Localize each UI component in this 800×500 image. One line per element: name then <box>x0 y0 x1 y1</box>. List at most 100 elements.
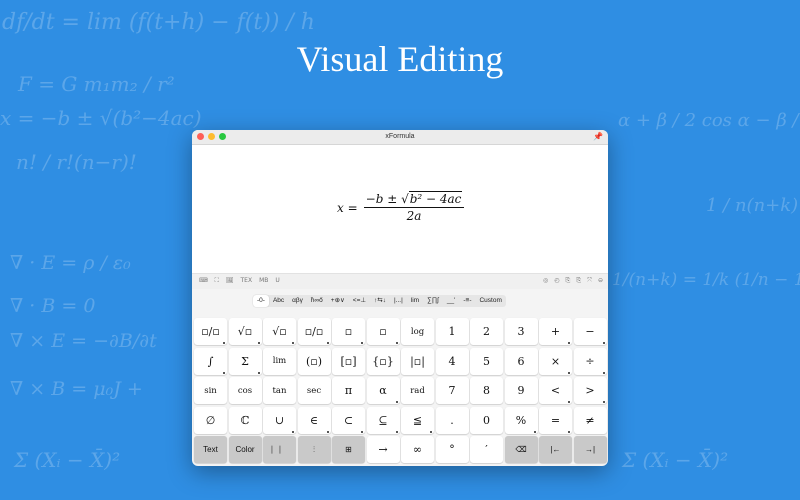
keypad-key[interactable]: rad <box>401 377 434 404</box>
keypad-key[interactable]: 7 <box>435 377 469 404</box>
fullscreen-icon[interactable]: ⛶ <box>215 277 219 285</box>
zoom-window-button[interactable] <box>219 133 226 140</box>
tab-category[interactable]: ∑∏∫ <box>423 295 443 307</box>
keypad-key[interactable]: ▫ <box>332 318 365 345</box>
keypad-key[interactable]: ≠ <box>573 406 607 434</box>
shuffle-icon[interactable]: ⤧ <box>587 277 592 285</box>
keypad-key[interactable]: 0 <box>470 406 503 434</box>
keypad-key[interactable]: ≦ <box>401 406 434 434</box>
key-label: ∅ <box>205 413 216 427</box>
unicode-icon[interactable]: U <box>275 277 279 285</box>
key-label: ⊂ <box>343 413 354 427</box>
remove-icon[interactable]: ⊖ <box>598 277 603 285</box>
keypad-key[interactable]: α <box>366 377 400 404</box>
tab-category[interactable]: __' <box>443 295 459 307</box>
keypad-key[interactable]: 5 <box>470 347 503 375</box>
key-label: ⊞ <box>345 445 352 454</box>
tab-category[interactable]: ħ∞ő <box>307 295 327 307</box>
keypad-key[interactable]: ▫/▫ <box>194 318 227 345</box>
keypad-key[interactable]: (▫) <box>297 347 331 375</box>
keypad-key[interactable]: cos <box>228 377 262 404</box>
keypad-key[interactable]: √▫ <box>263 318 296 345</box>
tab-category[interactable]: -0- <box>253 295 269 307</box>
keypad-key[interactable]: 9 <box>504 377 538 404</box>
keypad-key[interactable]: ∅ <box>194 406 227 434</box>
keypad-key[interactable]: ∞ <box>401 436 434 463</box>
target-icon[interactable]: ◎ <box>543 277 548 285</box>
keypad-key[interactable]: log <box>401 318 434 345</box>
keyboard-icon[interactable]: ⌨ <box>199 277 208 285</box>
keypad-key[interactable]: →| <box>573 436 607 463</box>
mathml-icon[interactable]: MB <box>259 277 268 285</box>
keypad-key[interactable]: ⎸⎸ <box>263 436 296 463</box>
keypad-key[interactable]: ∈ <box>297 406 331 434</box>
keypad-key[interactable]: Σ <box>228 347 262 375</box>
keypad-key[interactable]: < <box>539 377 572 404</box>
keypad-key[interactable]: π <box>332 377 365 404</box>
tab-category[interactable]: Custom <box>475 295 505 307</box>
submenu-indicator-icon <box>292 342 294 344</box>
pin-icon[interactable]: 📌 <box>593 130 603 144</box>
tab-category[interactable]: <=⊥ <box>349 295 370 307</box>
keypad-key[interactable]: = <box>539 406 572 434</box>
keypad-key[interactable]: % <box>504 406 538 434</box>
tab-category[interactable]: -≡- <box>459 295 475 307</box>
tab-category[interactable]: ↑⇆↓ <box>370 295 390 307</box>
keypad-key[interactable]: ∪ <box>263 406 296 434</box>
keypad-key[interactable]: ⊆ <box>366 406 400 434</box>
keypad-key[interactable]: |← <box>539 436 572 463</box>
tab-category[interactable]: +⊕∨ <box>327 295 349 307</box>
image-icon[interactable]: 🖼 <box>226 277 234 285</box>
minimize-window-button[interactable] <box>208 133 215 140</box>
keypad-key[interactable]: √▫ <box>228 318 262 345</box>
formula-editor[interactable]: x = −b ± √b² − 4ac 2a <box>192 145 608 273</box>
keypad-key[interactable]: Color <box>228 436 262 463</box>
keypad-key[interactable]: |▫| <box>401 347 434 375</box>
formula-denominator: 2a <box>406 209 422 223</box>
tex-icon[interactable]: TEX <box>241 277 253 285</box>
keypad-key[interactable]: ⌫ <box>504 436 538 463</box>
keypad-key[interactable]: Text <box>194 436 227 463</box>
bg-formula: Σ (Xᵢ − X̄)² <box>14 448 121 472</box>
keypad-key[interactable]: ℂ <box>228 406 262 434</box>
key-label: tan <box>272 385 287 396</box>
keypad-key[interactable]: ⫶ <box>297 436 331 463</box>
key-label: Color <box>235 445 255 454</box>
keypad-key[interactable]: . <box>435 406 469 434</box>
keypad-key[interactable]: tan <box>263 377 296 404</box>
keypad-key[interactable]: 8 <box>470 377 503 404</box>
submenu-indicator-icon <box>361 342 363 344</box>
keypad-key[interactable]: 2 <box>470 318 503 345</box>
keypad-key[interactable]: ▫ <box>366 318 400 345</box>
keypad-key[interactable]: sec <box>297 377 331 404</box>
keypad-key[interactable]: > <box>573 377 607 404</box>
keypad-key[interactable]: ⊞ <box>332 436 365 463</box>
keypad-key[interactable]: ∫ <box>194 347 227 375</box>
keypad-key[interactable]: ÷ <box>573 347 607 375</box>
keypad-key[interactable]: ° <box>435 436 469 463</box>
keypad-key[interactable]: {▫} <box>366 347 400 375</box>
keypad-key[interactable]: ▫/▫ <box>297 318 331 345</box>
keypad-key[interactable]: 3 <box>504 318 538 345</box>
keypad-key[interactable]: + <box>539 318 572 345</box>
keypad-key[interactable]: − <box>573 318 607 345</box>
tab-category[interactable]: Abc <box>269 295 288 307</box>
keypad-key[interactable]: × <box>539 347 572 375</box>
tab-category[interactable]: |...| <box>390 295 407 307</box>
keypad-key[interactable]: ⊂ <box>332 406 365 434</box>
key-label: ▫/▫ <box>304 325 324 338</box>
close-window-button[interactable] <box>197 133 204 140</box>
keypad-key[interactable]: 1 <box>435 318 469 345</box>
keypad-key[interactable]: lim <box>263 347 296 375</box>
tab-category[interactable]: lim <box>407 295 423 307</box>
copy-icon[interactable]: ⎘ <box>566 277 571 285</box>
keypad-key[interactable]: [▫] <box>332 347 365 375</box>
keypad-key[interactable]: → <box>366 436 400 463</box>
tab-category[interactable]: αβγ <box>288 295 307 307</box>
keypad-key[interactable]: ′ <box>470 436 503 463</box>
keypad-key[interactable]: sin <box>194 377 227 404</box>
history-icon[interactable]: ◴ <box>554 277 559 285</box>
keypad-key[interactable]: 6 <box>504 347 538 375</box>
keypad-key[interactable]: 4 <box>435 347 469 375</box>
paste-icon[interactable]: ⎘ <box>576 277 581 285</box>
